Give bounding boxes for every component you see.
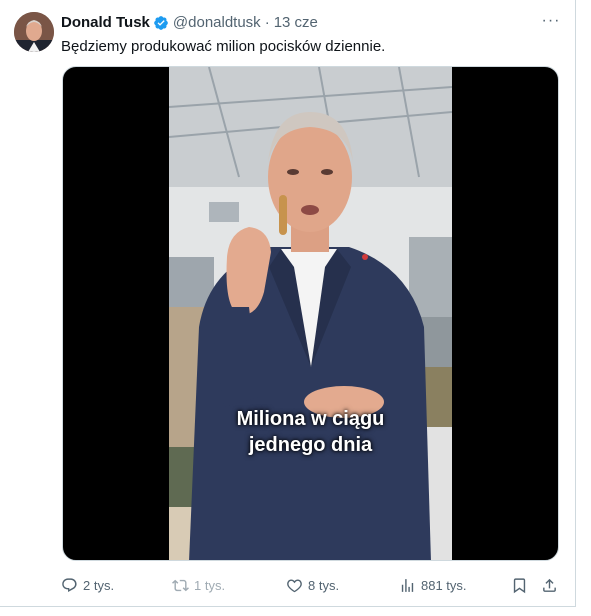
video-caption-line2: jednego dnia <box>248 434 373 456</box>
share-button[interactable] <box>541 575 563 595</box>
share-icon <box>543 578 556 592</box>
reply-icon <box>62 577 77 592</box>
views-icon <box>401 578 414 592</box>
like-count: 8 tys. <box>308 577 340 593</box>
reply-count: 2 tys. <box>83 577 115 593</box>
tweet-card[interactable]: Donald Tusk @donaldtusk · 13 cze ··· Będ… <box>0 0 576 607</box>
views-count: 881 tys. <box>421 577 467 593</box>
tweet-actions: 2 tys. 1 tys. 8 tys. 881 tys. <box>61 575 561 595</box>
retweet-count: 1 tys. <box>194 577 226 593</box>
avatar[interactable] <box>14 12 54 52</box>
tweet-text: Będziemy produkować milion pocisków dzie… <box>61 38 386 55</box>
more-icon[interactable]: ··· <box>541 13 561 30</box>
like-button[interactable]: 8 tys. <box>286 575 339 595</box>
author-handle[interactable]: @donaldtusk <box>173 14 261 32</box>
reply-button[interactable]: 2 tys. <box>61 575 114 595</box>
header-separator: · <box>264 14 270 31</box>
bookmark-button[interactable] <box>511 575 533 595</box>
retweet-icon <box>172 579 189 591</box>
bookmark-icon <box>513 577 526 593</box>
video-frame[interactable]: Miliona w ciągu jednego dnia <box>169 67 452 560</box>
tweet-date[interactable]: 13 cze <box>274 14 318 32</box>
like-icon <box>287 578 302 592</box>
views-button[interactable]: 881 tys. <box>399 575 467 595</box>
video-player[interactable]: Miliona w ciągu jednego dnia <box>62 66 559 561</box>
video-caption-line1: Miliona w ciągu <box>236 408 385 430</box>
tweet-header: Donald Tusk @donaldtusk · 13 cze <box>61 14 318 32</box>
video-still-image <box>169 67 452 560</box>
retweet-button[interactable]: 1 tys. <box>172 575 225 595</box>
verified-badge-icon <box>153 15 169 31</box>
author-name[interactable]: Donald Tusk <box>61 14 150 32</box>
